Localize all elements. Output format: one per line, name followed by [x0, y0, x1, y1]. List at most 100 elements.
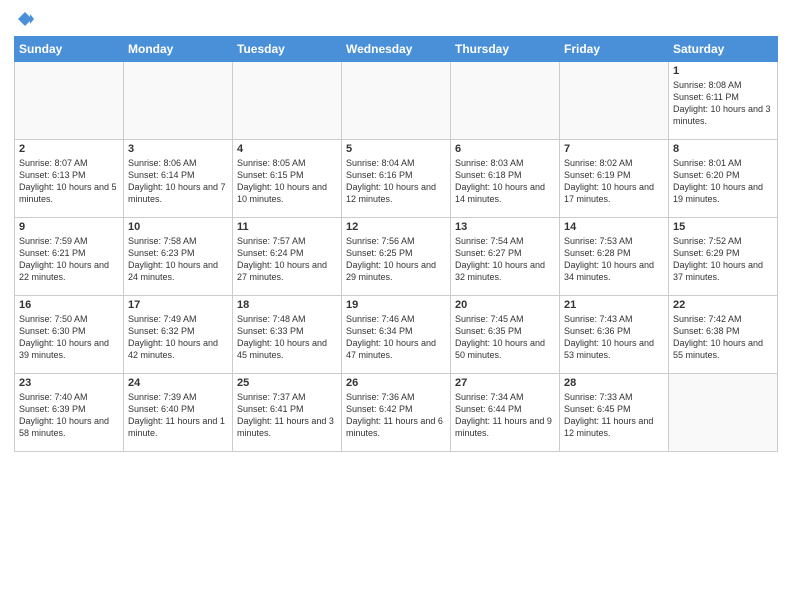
day-number: 18 [237, 299, 337, 311]
day-info: Sunrise: 7:48 AM Sunset: 6:33 PM Dayligh… [237, 313, 337, 362]
logo [14, 10, 34, 28]
day-info: Sunrise: 8:06 AM Sunset: 6:14 PM Dayligh… [128, 157, 228, 206]
calendar-cell: 24 Sunrise: 7:39 AM Sunset: 6:40 PM Dayli… [124, 374, 233, 452]
day-number: 25 [237, 377, 337, 389]
day-number: 11 [237, 221, 337, 233]
calendar-cell [342, 62, 451, 140]
day-info: Sunrise: 7:54 AM Sunset: 6:27 PM Dayligh… [455, 235, 555, 284]
day-info: Sunrise: 7:37 AM Sunset: 6:41 PM Dayligh… [237, 391, 337, 440]
calendar-cell: 15 Sunrise: 7:52 AM Sunset: 6:29 PM Dayli… [669, 218, 778, 296]
day-number: 14 [564, 221, 664, 233]
calendar-week-row: 1 Sunrise: 8:08 AM Sunset: 6:11 PM Daylig… [15, 62, 778, 140]
calendar-cell: 6 Sunrise: 8:03 AM Sunset: 6:18 PM Daylig… [451, 140, 560, 218]
day-info: Sunrise: 7:56 AM Sunset: 6:25 PM Dayligh… [346, 235, 446, 284]
calendar-week-row: 16 Sunrise: 7:50 AM Sunset: 6:30 PM Dayli… [15, 296, 778, 374]
calendar-cell: 27 Sunrise: 7:34 AM Sunset: 6:44 PM Dayli… [451, 374, 560, 452]
day-number: 2 [19, 143, 119, 155]
calendar-cell: 25 Sunrise: 7:37 AM Sunset: 6:41 PM Dayli… [233, 374, 342, 452]
day-number: 24 [128, 377, 228, 389]
calendar-cell: 19Sunrise: 7:46 AM Sunset: 6:34 PM Dayli… [342, 296, 451, 374]
calendar-header-thursday: Thursday [451, 37, 560, 62]
day-number: 12 [346, 221, 446, 233]
calendar-cell: 12 Sunrise: 7:56 AM Sunset: 6:25 PM Dayli… [342, 218, 451, 296]
day-number: 15 [673, 221, 773, 233]
calendar-header-sunday: Sunday [15, 37, 124, 62]
calendar-cell: 7 Sunrise: 8:02 AM Sunset: 6:19 PM Daylig… [560, 140, 669, 218]
calendar-cell: 13 Sunrise: 7:54 AM Sunset: 6:27 PM Dayli… [451, 218, 560, 296]
calendar-week-row: 9 Sunrise: 7:59 AM Sunset: 6:21 PM Daylig… [15, 218, 778, 296]
calendar-cell: 23Sunrise: 7:40 AM Sunset: 6:39 PM Dayli… [15, 374, 124, 452]
calendar-cell: 18 Sunrise: 7:48 AM Sunset: 6:33 PM Dayli… [233, 296, 342, 374]
day-number: 4 [237, 143, 337, 155]
day-info: Sunrise: 8:03 AM Sunset: 6:18 PM Dayligh… [455, 157, 555, 206]
day-number: 20 [455, 299, 555, 311]
calendar-cell: 1 Sunrise: 8:08 AM Sunset: 6:11 PM Daylig… [669, 62, 778, 140]
calendar-cell: 17 Sunrise: 7:49 AM Sunset: 6:32 PM Dayli… [124, 296, 233, 374]
day-number: 9 [19, 221, 119, 233]
day-number: 3 [128, 143, 228, 155]
calendar-cell [124, 62, 233, 140]
day-number: 1 [673, 65, 773, 77]
day-info: Sunrise: 7:39 AM Sunset: 6:40 PM Dayligh… [128, 391, 228, 440]
calendar-cell: 2 Sunrise: 8:07 AM Sunset: 6:13 PM Daylig… [15, 140, 124, 218]
day-number: 6 [455, 143, 555, 155]
day-info: Sunrise: 7:40 AM Sunset: 6:39 PM Dayligh… [19, 391, 119, 440]
calendar-cell: 21 Sunrise: 7:43 AM Sunset: 6:36 PM Dayli… [560, 296, 669, 374]
day-info: Sunrise: 7:45 AM Sunset: 6:35 PM Dayligh… [455, 313, 555, 362]
day-info: Sunrise: 7:43 AM Sunset: 6:36 PM Dayligh… [564, 313, 664, 362]
calendar-cell: 11 Sunrise: 7:57 AM Sunset: 6:24 PM Dayli… [233, 218, 342, 296]
calendar-cell: 4 Sunrise: 8:05 AM Sunset: 6:15 PM Daylig… [233, 140, 342, 218]
day-number: 5 [346, 143, 446, 155]
day-info: Sunrise: 8:07 AM Sunset: 6:13 PM Dayligh… [19, 157, 119, 206]
day-number: 21 [564, 299, 664, 311]
day-info: Sunrise: 7:33 AM Sunset: 6:45 PM Dayligh… [564, 391, 664, 440]
logo-icon [16, 10, 34, 28]
calendar-week-row: 2 Sunrise: 8:07 AM Sunset: 6:13 PM Daylig… [15, 140, 778, 218]
calendar-cell [560, 62, 669, 140]
calendar-cell: 3 Sunrise: 8:06 AM Sunset: 6:14 PM Daylig… [124, 140, 233, 218]
day-number: 22 [673, 299, 773, 311]
day-info: Sunrise: 8:04 AM Sunset: 6:16 PM Dayligh… [346, 157, 446, 206]
calendar-cell [233, 62, 342, 140]
calendar-table: SundayMondayTuesdayWednesdayThursdayFrid… [14, 36, 778, 452]
day-info: Sunrise: 8:01 AM Sunset: 6:20 PM Dayligh… [673, 157, 773, 206]
day-info: Sunrise: 7:57 AM Sunset: 6:24 PM Dayligh… [237, 235, 337, 284]
day-info: Sunrise: 8:05 AM Sunset: 6:15 PM Dayligh… [237, 157, 337, 206]
day-info: Sunrise: 7:42 AM Sunset: 6:38 PM Dayligh… [673, 313, 773, 362]
day-info: Sunrise: 7:52 AM Sunset: 6:29 PM Dayligh… [673, 235, 773, 284]
calendar-header-tuesday: Tuesday [233, 37, 342, 62]
day-info: Sunrise: 7:59 AM Sunset: 6:21 PM Dayligh… [19, 235, 119, 284]
day-number: 27 [455, 377, 555, 389]
day-info: Sunrise: 7:50 AM Sunset: 6:30 PM Dayligh… [19, 313, 119, 362]
calendar-header-wednesday: Wednesday [342, 37, 451, 62]
calendar-cell: 10 Sunrise: 7:58 AM Sunset: 6:23 PM Dayli… [124, 218, 233, 296]
day-info: Sunrise: 8:08 AM Sunset: 6:11 PM Dayligh… [673, 79, 773, 128]
calendar-cell: 14 Sunrise: 7:53 AM Sunset: 6:28 PM Dayli… [560, 218, 669, 296]
day-info: Sunrise: 7:49 AM Sunset: 6:32 PM Dayligh… [128, 313, 228, 362]
calendar-cell [15, 62, 124, 140]
day-number: 28 [564, 377, 664, 389]
calendar-cell: 26 Sunrise: 7:36 AM Sunset: 6:42 PM Dayli… [342, 374, 451, 452]
calendar-header-saturday: Saturday [669, 37, 778, 62]
calendar-header-row: SundayMondayTuesdayWednesdayThursdayFrid… [15, 37, 778, 62]
header [14, 10, 778, 28]
day-number: 17 [128, 299, 228, 311]
page: SundayMondayTuesdayWednesdayThursdayFrid… [0, 0, 792, 612]
day-number: 26 [346, 377, 446, 389]
day-number: 7 [564, 143, 664, 155]
calendar-cell: 22 Sunrise: 7:42 AM Sunset: 6:38 PM Dayli… [669, 296, 778, 374]
day-info: Sunrise: 7:36 AM Sunset: 6:42 PM Dayligh… [346, 391, 446, 440]
calendar-week-row: 23Sunrise: 7:40 AM Sunset: 6:39 PM Dayli… [15, 374, 778, 452]
day-info: Sunrise: 7:58 AM Sunset: 6:23 PM Dayligh… [128, 235, 228, 284]
day-info: Sunrise: 8:02 AM Sunset: 6:19 PM Dayligh… [564, 157, 664, 206]
calendar-header-friday: Friday [560, 37, 669, 62]
day-number: 13 [455, 221, 555, 233]
day-info: Sunrise: 7:53 AM Sunset: 6:28 PM Dayligh… [564, 235, 664, 284]
calendar-cell: 28 Sunrise: 7:33 AM Sunset: 6:45 PM Dayli… [560, 374, 669, 452]
calendar-cell: 20 Sunrise: 7:45 AM Sunset: 6:35 PM Dayli… [451, 296, 560, 374]
day-number: 19 [346, 299, 446, 311]
calendar-cell: 5 Sunrise: 8:04 AM Sunset: 6:16 PM Daylig… [342, 140, 451, 218]
day-info: Sunrise: 7:34 AM Sunset: 6:44 PM Dayligh… [455, 391, 555, 440]
day-number: 10 [128, 221, 228, 233]
day-number: 16 [19, 299, 119, 311]
